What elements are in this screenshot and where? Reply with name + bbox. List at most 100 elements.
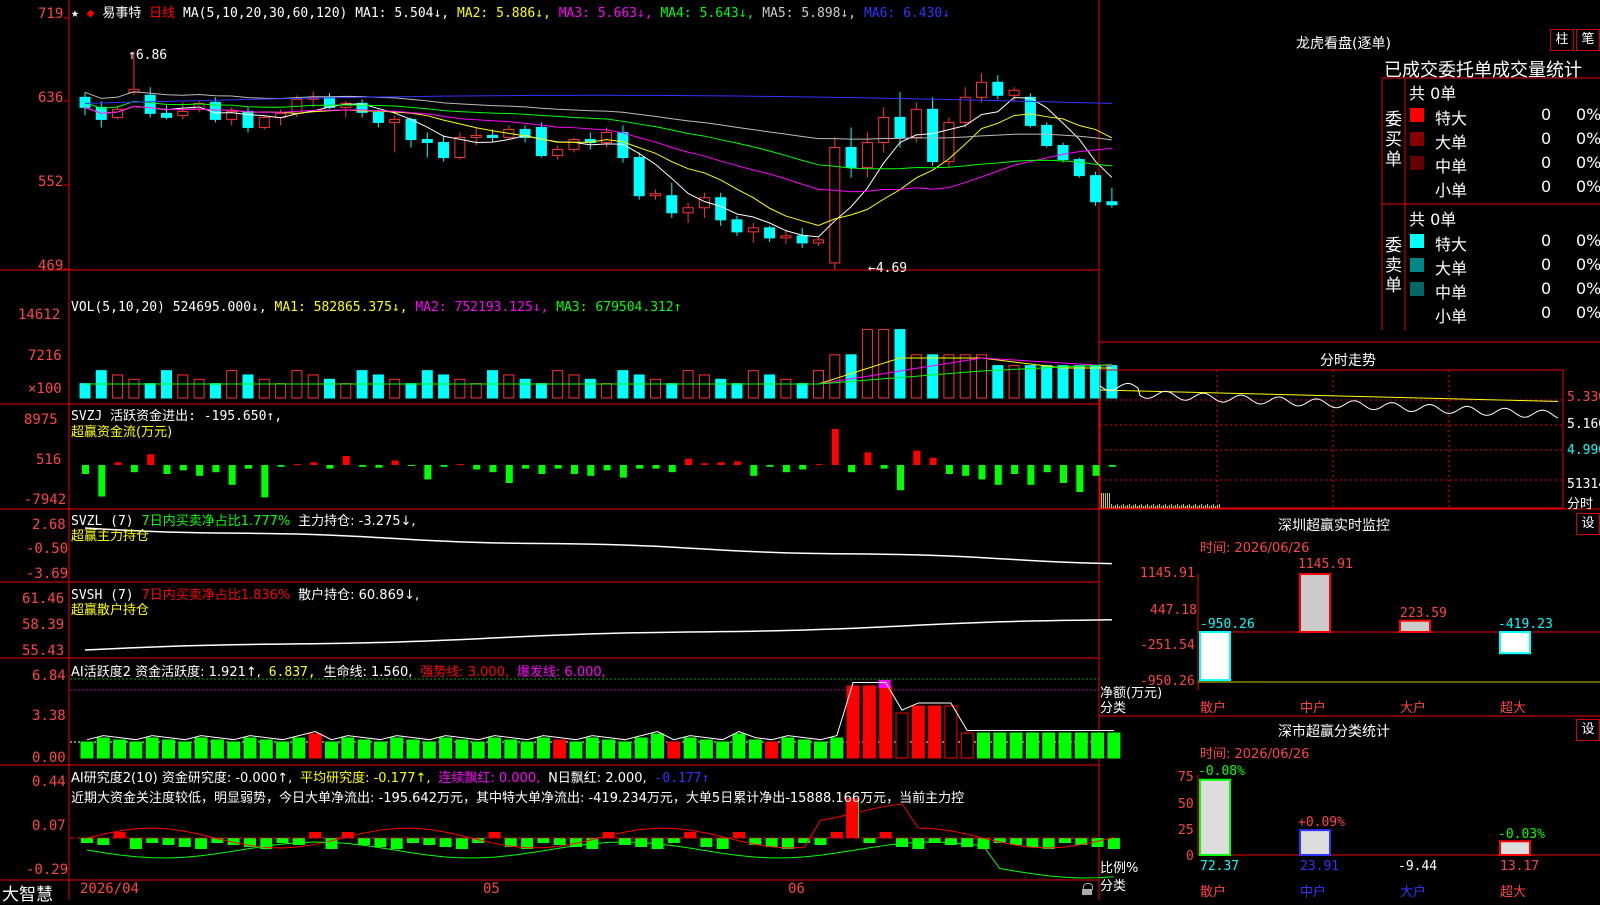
svzj-bar-7 — [196, 465, 204, 476]
vol-ma2-line — [85, 357, 1112, 385]
sell-row-xl-name: 特大 — [1435, 235, 1468, 254]
svzj-bar-43 — [782, 465, 790, 473]
svzj-axis-low: -7942 — [24, 492, 67, 508]
intraday-vol-33 — [1167, 506, 1168, 508]
intraday-vol-27 — [1155, 506, 1156, 508]
intraday-vol-48 — [1197, 506, 1198, 508]
candle-body-41 — [747, 227, 759, 233]
szc-bottom-2: -9.44 — [1398, 859, 1438, 874]
buy-row-s-name: 小单 — [1435, 181, 1468, 200]
svzj-bar-29 — [554, 465, 562, 469]
ai2-bar-46 — [830, 832, 843, 838]
column-mode-button[interactable]: 柱 — [1550, 29, 1574, 51]
vol-bar-7 — [193, 378, 205, 399]
main-header: ★ ◆ 易事特 日线 MA(5,10,20,30,60,120) MA1: 5.… — [71, 2, 950, 21]
candle-body-18 — [372, 111, 384, 123]
vol-bar-62 — [1090, 365, 1102, 399]
svzl-sub: 超赢主力持仓 — [71, 529, 150, 544]
sell-swatch-m — [1410, 282, 1424, 296]
svzj-bar-56 — [994, 465, 1002, 485]
candle-body-32 — [601, 131, 613, 143]
sell-row-xl-pct: 0% — [1576, 231, 1600, 250]
stock-name[interactable]: 易事特 — [102, 6, 141, 21]
sz-cat-2: 大户 — [1400, 701, 1427, 716]
candle-body-63 — [1106, 201, 1118, 206]
sz-monitor-title: 深圳超赢实时监控 — [1278, 518, 1390, 534]
star-icon[interactable]: ★ — [71, 6, 79, 21]
buy-swatch-xl — [1410, 108, 1424, 122]
vol-bar-43 — [780, 378, 792, 399]
svzj-bar-55 — [978, 465, 986, 480]
intraday-vol-36 — [1173, 506, 1174, 508]
ai1-bar-1 — [96, 737, 110, 759]
vol-bar-14 — [307, 374, 319, 399]
svzj-bar-47 — [848, 465, 856, 473]
ai1-bar-17 — [357, 739, 371, 759]
intraday-vol-58 — [1217, 505, 1218, 508]
svzj-bar-46 — [831, 429, 839, 465]
buy-row-l-count: 0 — [1541, 129, 1552, 148]
intraday-vol: 51314 — [1567, 477, 1600, 492]
ai1-bar-7 — [194, 737, 208, 759]
vol-bar-57 — [1008, 365, 1020, 399]
sz-value-3: -419.23 — [1498, 617, 1553, 632]
svzj-bar-44 — [799, 465, 807, 470]
sell-row-xl-count: 0 — [1541, 231, 1552, 250]
ai1-bar-9 — [227, 741, 241, 759]
vol-bar-36 — [666, 383, 678, 399]
tick-mode-button[interactable]: 笔 — [1576, 29, 1600, 51]
candle-body-20 — [405, 118, 417, 140]
ai1-value2: 6.837, — [268, 665, 316, 680]
intraday-vol-53 — [1207, 504, 1208, 508]
svzj-bar-63 — [1108, 465, 1116, 467]
period-label[interactable]: 日线 — [149, 6, 175, 21]
vol-header: VOL(5,10,20) 524695.000↓, MA1: 582865.37… — [71, 300, 682, 315]
ai1-axis-mid: 3.38 — [32, 708, 66, 724]
vol-bar-50 — [894, 329, 906, 399]
vol-bar-6 — [177, 374, 189, 399]
svzj-bar-34 — [636, 465, 644, 469]
sell-row-l-pct: 0% — [1576, 255, 1600, 274]
svzj-bar-10 — [245, 465, 252, 469]
ai1-bar-14 — [308, 733, 322, 759]
intraday-vol-7 — [1115, 505, 1116, 508]
ai2-axis-low: -0.29 — [26, 862, 69, 878]
sell-swatch-xl — [1410, 234, 1424, 248]
ai1-bar-4 — [145, 737, 159, 759]
ai2-bar-36 — [667, 838, 680, 843]
brand-logo[interactable]: 大智慧 — [2, 880, 53, 905]
svzj-bar-17 — [359, 465, 367, 467]
sz-class-settings-button[interactable]: 设 — [1576, 719, 1600, 741]
sell-row-m-name: 中单 — [1435, 283, 1468, 302]
candle-body-51 — [910, 108, 922, 138]
sz-monitor-settings-button[interactable]: 设 — [1576, 513, 1600, 535]
sz-cat-3: 超大 — [1500, 701, 1527, 716]
intraday-frame — [1099, 369, 1564, 509]
ma3-line — [84, 105, 1112, 193]
sell-label: 委卖单 — [1385, 236, 1402, 296]
vol-bar-4 — [144, 383, 156, 399]
candle-body-29 — [552, 149, 564, 157]
ma5-value: MA5: 5.898↓, — [762, 6, 857, 21]
ai1-bar-60 — [1058, 732, 1072, 759]
ai1-bar-58 — [1025, 732, 1039, 759]
svzj-bar-27 — [522, 465, 530, 469]
intraday-vol-52 — [1205, 505, 1206, 508]
szc-cat-2: 大户 — [1400, 885, 1427, 900]
vol-bar-11 — [258, 378, 270, 399]
intraday-vol-18 — [1137, 506, 1138, 508]
svzj-bar-59 — [1043, 465, 1051, 473]
ai1-bar-46 — [830, 737, 844, 759]
vol-axis-unit: ×100 — [28, 381, 62, 397]
ai1-bar-31 — [585, 737, 599, 759]
vol-bar-27 — [519, 378, 531, 399]
vol-bar-18 — [372, 374, 384, 399]
vol-bar-53 — [943, 354, 955, 399]
svzl-ratio: 7日内买卖净占比1.777% — [141, 514, 291, 529]
ai1-bar-51 — [911, 705, 925, 759]
vol-bar-58 — [1024, 365, 1036, 399]
svzj-bar-38 — [701, 463, 709, 465]
vol-bar-47 — [845, 354, 857, 399]
ai1-bar-30 — [569, 741, 583, 759]
szc-cat-label: 分类 — [1100, 879, 1127, 894]
